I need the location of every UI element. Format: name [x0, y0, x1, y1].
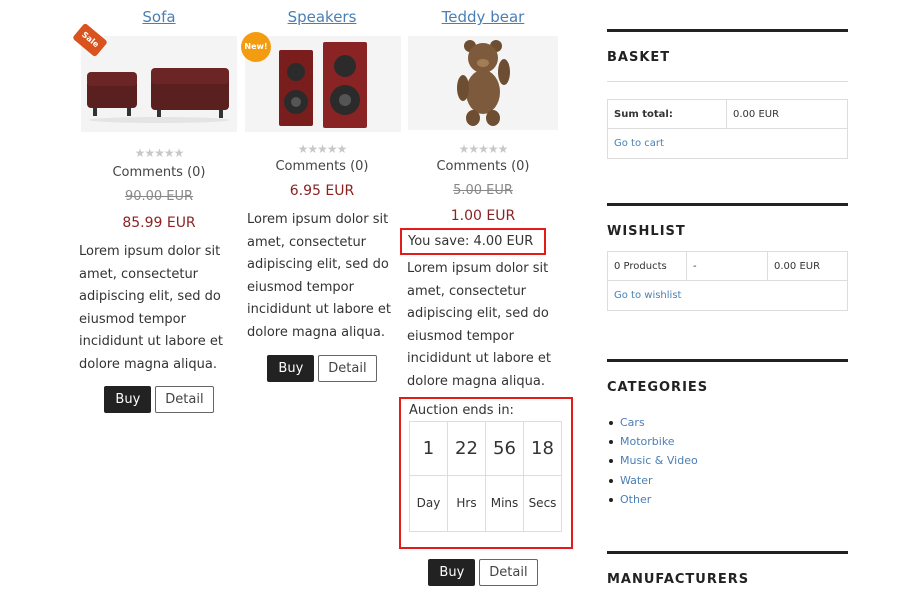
- countdown-minutes-value: 56: [485, 420, 524, 476]
- category-item-cars[interactable]: Cars: [607, 413, 848, 432]
- category-item-water[interactable]: Water: [607, 471, 848, 490]
- product-card-teddy-bear: Teddy bear ★★★★★ Comments (0) 5.00 EUR 1…: [399, 0, 573, 586]
- product-image[interactable]: New!: [241, 32, 401, 132]
- wishlist-link-row: Go to wishlist: [608, 281, 847, 310]
- go-to-wishlist-link[interactable]: Go to wishlist: [608, 290, 681, 301]
- product-title-link[interactable]: Sofa: [79, 8, 239, 28]
- sofa-image-icon: [87, 68, 229, 123]
- widget-underline: [607, 81, 848, 82]
- detail-button[interactable]: Detail: [479, 558, 538, 586]
- countdown-seconds-label: Secs: [523, 474, 562, 532]
- basket-link-row: Go to cart: [608, 129, 847, 158]
- sum-total-value: 0.00 EUR: [733, 108, 780, 120]
- basket-title: BASKET: [607, 50, 671, 65]
- category-item-other[interactable]: Other: [607, 490, 848, 509]
- categories-title: CATEGORIES: [607, 380, 709, 395]
- widget-divider: [607, 29, 848, 32]
- widget-divider: [607, 359, 848, 362]
- price: 6.95 EUR: [289, 183, 355, 199]
- countdown-minutes-label: Mins: [485, 474, 524, 532]
- product-description: Lorem ipsum dolor sit amet, consectetur …: [79, 244, 223, 372]
- widget-divider: [607, 203, 848, 206]
- go-to-cart-link[interactable]: Go to cart: [608, 138, 664, 149]
- manufacturers-widget: MANUFACTURERS: [607, 551, 848, 587]
- countdown-seconds-value: 18: [523, 420, 562, 476]
- product-image[interactable]: Sale: [72, 22, 237, 132]
- product-card-speakers: Speakers New! ★★★★★ Comments (0) 6.95 EU…: [241, 0, 401, 382]
- countdown-table: 1 22 56 18 Day Hrs Mins Secs: [409, 420, 562, 532]
- product-description: Lorem ipsum dolor sit amet, consectetur …: [407, 261, 551, 389]
- auction-countdown: Auction ends in: 1 22 56 18 Day Hrs Mins…: [399, 396, 573, 549]
- rating-stars: ★★★★★: [134, 146, 185, 160]
- product-actions: Buy Detail: [79, 385, 239, 413]
- wishlist-summary-row: 0 Products - 0.00 EUR: [608, 252, 847, 281]
- old-price: 90.00 EUR: [124, 189, 194, 204]
- price: 1.00 EUR: [450, 208, 516, 224]
- countdown-days-label: Day: [409, 474, 448, 532]
- basket-widget: BASKET Sum total: 0.00 EUR Go to cart: [607, 29, 848, 159]
- auction-label: Auction ends in:: [409, 402, 514, 418]
- buy-button[interactable]: Buy: [104, 385, 152, 413]
- product-card-sofa: Sofa Sale ★★★★★ Comments (0) 90.00 EUR 8…: [72, 0, 239, 413]
- categories-list: Cars Motorbike Music & Video Water Other: [607, 413, 848, 509]
- product-image[interactable]: [408, 36, 558, 130]
- wishlist-total: 0.00 EUR: [774, 260, 821, 272]
- widget-divider: [607, 551, 848, 554]
- product-actions: Buy Detail: [245, 354, 399, 382]
- comments-count[interactable]: Comments (0): [79, 165, 239, 180]
- rating-stars: ★★★★★: [297, 142, 348, 156]
- countdown-hours-label: Hrs: [447, 474, 486, 532]
- product-title-link[interactable]: Teddy bear: [405, 8, 561, 28]
- teddy-bear-image-icon: [457, 40, 510, 126]
- countdown-hours-value: 22: [447, 420, 486, 476]
- old-price: 5.00 EUR: [453, 183, 513, 198]
- you-save-box: You save: 4.00 EUR: [400, 228, 546, 255]
- product-actions: Buy Detail: [405, 558, 561, 586]
- wishlist-count: 0 Products: [608, 252, 687, 280]
- basket-box: Sum total: 0.00 EUR Go to cart: [607, 99, 848, 159]
- product-description: Lorem ipsum dolor sit amet, consectetur …: [247, 212, 391, 340]
- comments-count[interactable]: Comments (0): [245, 159, 399, 174]
- wishlist-box: 0 Products - 0.00 EUR Go to wishlist: [607, 251, 848, 311]
- detail-button[interactable]: Detail: [155, 385, 214, 413]
- wishlist-widget: WISHLIST 0 Products - 0.00 EUR Go to wis…: [607, 203, 848, 311]
- manufacturers-title: MANUFACTURERS: [607, 572, 750, 587]
- new-badge: New!: [241, 32, 271, 62]
- buy-button[interactable]: Buy: [267, 354, 315, 382]
- buy-button[interactable]: Buy: [428, 558, 476, 586]
- comments-count[interactable]: Comments (0): [405, 159, 561, 174]
- category-item-motorbike[interactable]: Motorbike: [607, 432, 848, 451]
- product-title-link[interactable]: Speakers: [245, 8, 399, 28]
- wishlist-separator: -: [687, 252, 768, 280]
- detail-button[interactable]: Detail: [318, 354, 377, 382]
- price: 85.99 EUR: [122, 215, 196, 231]
- categories-widget: CATEGORIES Cars Motorbike Music & Video …: [607, 359, 848, 509]
- countdown-days-value: 1: [409, 420, 448, 476]
- rating-stars: ★★★★★: [458, 142, 509, 156]
- wishlist-title: WISHLIST: [607, 224, 686, 239]
- basket-sum-row: Sum total: 0.00 EUR: [608, 100, 847, 129]
- sum-total-label: Sum total:: [608, 100, 727, 128]
- category-item-music-video[interactable]: Music & Video: [607, 451, 848, 470]
